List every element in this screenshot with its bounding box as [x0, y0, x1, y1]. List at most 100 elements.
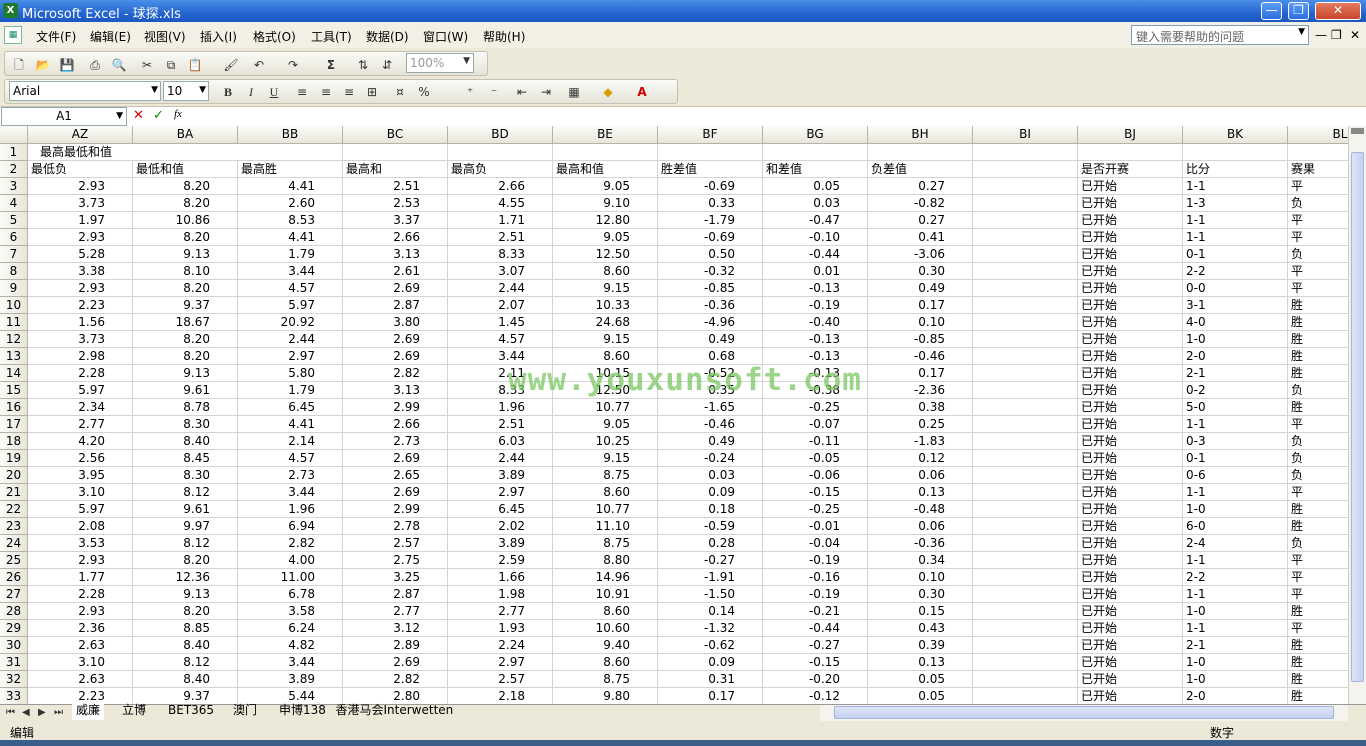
- cell[interactable]: 0.03: [763, 195, 868, 212]
- cell[interactable]: 2.93: [28, 603, 133, 620]
- cell[interactable]: 0.10: [868, 569, 973, 586]
- cell[interactable]: 10.86: [133, 212, 238, 229]
- cell[interactable]: 胜: [1288, 654, 1348, 671]
- cell[interactable]: 2-1: [1183, 637, 1288, 654]
- last-sheet-icon[interactable]: ⏭: [54, 707, 63, 718]
- cell[interactable]: 0.39: [868, 637, 973, 654]
- menu-item[interactable]: 窗口(W): [423, 28, 468, 45]
- cell[interactable]: -4.96: [658, 314, 763, 331]
- cell[interactable]: 2.63: [28, 671, 133, 688]
- cell[interactable]: 1-0: [1183, 671, 1288, 688]
- cell[interactable]: 1.56: [28, 314, 133, 331]
- cell[interactable]: 平: [1288, 620, 1348, 637]
- cell[interactable]: 负: [1288, 246, 1348, 263]
- align-left-icon[interactable]: ≡: [294, 84, 310, 100]
- cell[interactable]: 已开始: [1078, 518, 1183, 535]
- cell[interactable]: [973, 484, 1078, 501]
- row-header[interactable]: 11: [0, 314, 28, 331]
- cell[interactable]: -0.46: [658, 416, 763, 433]
- cell[interactable]: 10.60: [553, 620, 658, 637]
- cell[interactable]: 0.28: [658, 535, 763, 552]
- save-icon[interactable]: 💾: [59, 57, 75, 73]
- cell[interactable]: 2-0: [1183, 688, 1288, 704]
- cell[interactable]: 9.13: [133, 246, 238, 263]
- row-header[interactable]: 9: [0, 280, 28, 297]
- cell[interactable]: -0.19: [763, 297, 868, 314]
- cell[interactable]: 2.73: [238, 467, 343, 484]
- column-header[interactable]: BK: [1183, 126, 1288, 144]
- font-name-select[interactable]: Arial ▼: [9, 81, 161, 101]
- cell[interactable]: 1-1: [1183, 212, 1288, 229]
- cell[interactable]: -0.21: [763, 603, 868, 620]
- cell[interactable]: 5.97: [28, 382, 133, 399]
- enter-icon[interactable]: ✓: [153, 108, 164, 123]
- cell[interactable]: 已开始: [1078, 467, 1183, 484]
- cell[interactable]: 6.78: [238, 586, 343, 603]
- cell[interactable]: 0.14: [658, 603, 763, 620]
- cell[interactable]: 8.10: [133, 263, 238, 280]
- cell[interactable]: 负: [1288, 467, 1348, 484]
- cell[interactable]: 2.18: [448, 688, 553, 704]
- cell[interactable]: -1.50: [658, 586, 763, 603]
- cell[interactable]: 4.20: [28, 433, 133, 450]
- chevron-down-icon[interactable]: ▼: [199, 85, 206, 95]
- undo-icon[interactable]: ↶: [251, 57, 267, 73]
- cell[interactable]: 3.13: [343, 246, 448, 263]
- cell[interactable]: 1.93: [448, 620, 553, 637]
- cell[interactable]: 8.80: [553, 552, 658, 569]
- cell[interactable]: 8.30: [133, 416, 238, 433]
- row-header[interactable]: 32: [0, 671, 28, 688]
- cell[interactable]: -1.83: [868, 433, 973, 450]
- cell[interactable]: 8.20: [133, 178, 238, 195]
- menu-item[interactable]: 插入(I): [200, 28, 237, 45]
- cell[interactable]: 3-1: [1183, 297, 1288, 314]
- cell[interactable]: 8.53: [238, 212, 343, 229]
- cell[interactable]: -0.16: [763, 569, 868, 586]
- cell[interactable]: 24.68: [553, 314, 658, 331]
- borders-icon[interactable]: ▦: [566, 84, 582, 100]
- chevron-down-icon[interactable]: ▼: [151, 85, 158, 95]
- cell[interactable]: 4.57: [448, 331, 553, 348]
- cell[interactable]: -0.69: [658, 229, 763, 246]
- row-header[interactable]: 29: [0, 620, 28, 637]
- cell[interactable]: 0.34: [868, 552, 973, 569]
- cell[interactable]: 5.97: [238, 297, 343, 314]
- cell[interactable]: 2.66: [343, 229, 448, 246]
- cell[interactable]: 8.20: [133, 195, 238, 212]
- cell[interactable]: 12.50: [553, 382, 658, 399]
- cell[interactable]: 2.69: [343, 484, 448, 501]
- cell[interactable]: 10.25: [553, 433, 658, 450]
- row-header[interactable]: 27: [0, 586, 28, 603]
- cell[interactable]: 胜: [1288, 518, 1348, 535]
- cell[interactable]: 10.33: [553, 297, 658, 314]
- cell[interactable]: 18.67: [133, 314, 238, 331]
- workbook-restore-button[interactable]: ❐: [1331, 28, 1342, 42]
- cell[interactable]: -1.79: [658, 212, 763, 229]
- row-header[interactable]: 4: [0, 195, 28, 212]
- cell[interactable]: 已开始: [1078, 450, 1183, 467]
- cell[interactable]: 11.10: [553, 518, 658, 535]
- cell[interactable]: 2.87: [343, 297, 448, 314]
- cell[interactable]: 赛果: [1288, 161, 1348, 178]
- cell[interactable]: 平: [1288, 212, 1348, 229]
- minimize-button[interactable]: —: [1261, 2, 1282, 20]
- cell[interactable]: -0.25: [763, 399, 868, 416]
- cell[interactable]: [343, 144, 448, 161]
- cell[interactable]: -0.10: [763, 229, 868, 246]
- spreadsheet-grid[interactable]: AZ BA BB BC BD BE BF BG BH BI BJ BK BL 1 最高最低和值 2 最低负 最低和…: [0, 126, 1348, 704]
- cell[interactable]: 4.00: [238, 552, 343, 569]
- cell[interactable]: 比分: [1183, 161, 1288, 178]
- chevron-down-icon[interactable]: ▼: [116, 108, 123, 125]
- cell[interactable]: -0.19: [763, 552, 868, 569]
- cell[interactable]: 6.94: [238, 518, 343, 535]
- cell[interactable]: 2-0: [1183, 348, 1288, 365]
- row-header[interactable]: 6: [0, 229, 28, 246]
- cell[interactable]: 10.77: [553, 399, 658, 416]
- cell[interactable]: 2.28: [28, 586, 133, 603]
- cell[interactable]: [973, 314, 1078, 331]
- row-header[interactable]: 18: [0, 433, 28, 450]
- cell[interactable]: -0.36: [868, 535, 973, 552]
- cell[interactable]: 负: [1288, 535, 1348, 552]
- cell[interactable]: 0.05: [868, 688, 973, 704]
- row-header[interactable]: 21: [0, 484, 28, 501]
